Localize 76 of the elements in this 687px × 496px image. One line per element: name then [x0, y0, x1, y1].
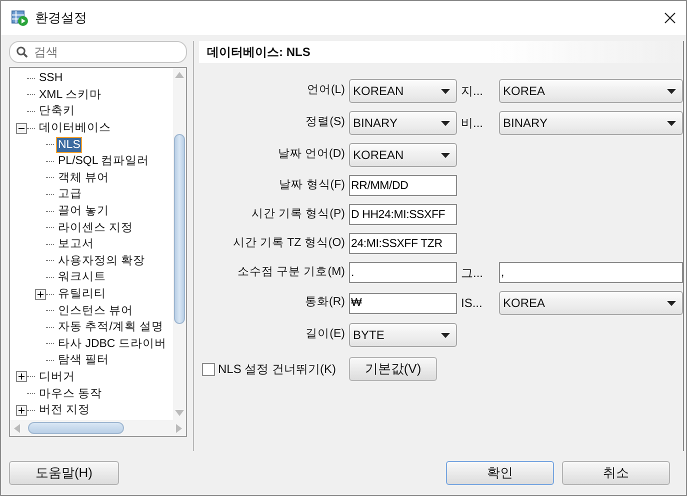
tree-item[interactable]: 라이센스 지정 [56, 220, 136, 236]
dropdown[interactable]: KOREAN [349, 79, 457, 103]
cancel-button[interactable]: 취소 [562, 461, 670, 485]
input-field[interactable]: , [499, 262, 683, 283]
close-button[interactable] [664, 12, 676, 24]
tree-item[interactable]: 데이터베이스 [37, 120, 113, 136]
search-field[interactable]: 검색 [9, 41, 187, 63]
field-label: 통화(R) [304, 295, 345, 310]
ok-button[interactable]: 확인 [446, 461, 554, 485]
field-label: 소수점 구분 기호(M) [236, 264, 345, 280]
horizontal-scrollbar[interactable] [10, 420, 186, 436]
field-label: 언어(L) [306, 83, 345, 98]
field-label: 정렬(S) [304, 115, 345, 130]
input-field[interactable]: ₩ [349, 292, 457, 314]
caret-icon [667, 120, 676, 126]
collapse-icon[interactable] [16, 122, 27, 134]
tree-item[interactable]: 유틸리티 [56, 286, 108, 302]
dropdown[interactable]: KOREAN [349, 143, 457, 167]
tree-item[interactable]: 워크시트 [56, 269, 108, 286]
expand-icon[interactable] [16, 371, 27, 382]
scroll-down-icon[interactable] [175, 410, 184, 416]
expand-icon[interactable] [35, 288, 46, 300]
field-label: 비... [461, 115, 484, 132]
caret-icon [441, 152, 450, 158]
dropdown[interactable]: BYTE [349, 323, 457, 347]
tree-item[interactable]: NLS [56, 136, 82, 153]
dropdown[interactable]: BINARY [499, 111, 683, 135]
tree-item[interactable]: 자동 추적/계획 설명 [56, 319, 166, 336]
checkbox[interactable] [202, 362, 215, 376]
field-label: 날짜 언어(D) [276, 147, 345, 162]
field-label: 지... [461, 83, 484, 100]
input-field[interactable]: 24:MI:SSXFF TZR [349, 233, 457, 254]
dropdown[interactable]: KOREA [499, 291, 683, 315]
tree-item[interactable]: 단축키 [37, 103, 77, 120]
window-title: 환경설정 [35, 9, 88, 28]
field-label: 시간 기록 TZ 형식(O) [232, 236, 345, 251]
dropdown[interactable]: BINARY [349, 111, 457, 135]
tree-item[interactable]: 디버거 [37, 368, 77, 385]
input-field[interactable]: . [349, 262, 457, 283]
field-label: IS... [461, 295, 484, 312]
field-label: 날짜 형식(F) [278, 178, 345, 193]
tree-item[interactable]: SSH [37, 70, 65, 86]
caret-icon [441, 120, 450, 126]
tree-item[interactable]: 사용자정의 확장 [56, 252, 148, 269]
dropdown[interactable]: KOREA [499, 79, 683, 103]
tree-item[interactable]: XML 스키마 [37, 86, 104, 103]
caret-icon [667, 300, 676, 306]
tree-item[interactable]: 탐색 필터 [56, 352, 112, 368]
scroll-up-icon[interactable] [175, 72, 184, 78]
tree-item[interactable]: 고급 [56, 186, 84, 202]
input-field[interactable]: RR/MM/DD [349, 175, 457, 196]
app-icon [11, 10, 29, 26]
input-field[interactable]: D HH24:MI:SSXFF [349, 204, 457, 225]
caret-icon [441, 332, 450, 338]
scroll-right-icon[interactable] [176, 424, 182, 432]
checkbox-label: NLS 설정 건너뛰기(K) [218, 361, 336, 378]
help-button[interactable]: 도움말(H) [9, 461, 119, 485]
tree-item[interactable]: 타사 JDBC 드라이버 [56, 336, 168, 352]
search-input[interactable]: 검색 [34, 43, 180, 61]
search-icon [16, 46, 28, 58]
tree-item[interactable]: 보고서 [56, 236, 96, 252]
caret-icon [667, 88, 676, 94]
tree-item[interactable]: 버전 지정 [37, 402, 92, 418]
tree-item[interactable]: 인스턴스 뷰어 [56, 302, 136, 319]
default-button[interactable]: 기본값(V) [349, 357, 437, 381]
scroll-left-icon[interactable] [14, 424, 20, 432]
field-label: 그... [461, 264, 484, 282]
tree-item[interactable]: 끌어 놓기 [56, 203, 112, 220]
tree-item[interactable]: 객체 뷰어 [56, 170, 112, 186]
field-label: 길이(E) [304, 327, 345, 342]
tree-item[interactable]: 마우스 동작 [37, 386, 104, 402]
field-label: 시간 기록 형식(P) [250, 206, 345, 222]
vertical-scrollbar[interactable] [173, 68, 186, 420]
caret-icon [441, 88, 450, 94]
tree-item[interactable]: PL/SQL 컴파일러 [56, 153, 152, 170]
expand-icon[interactable] [16, 404, 27, 416]
